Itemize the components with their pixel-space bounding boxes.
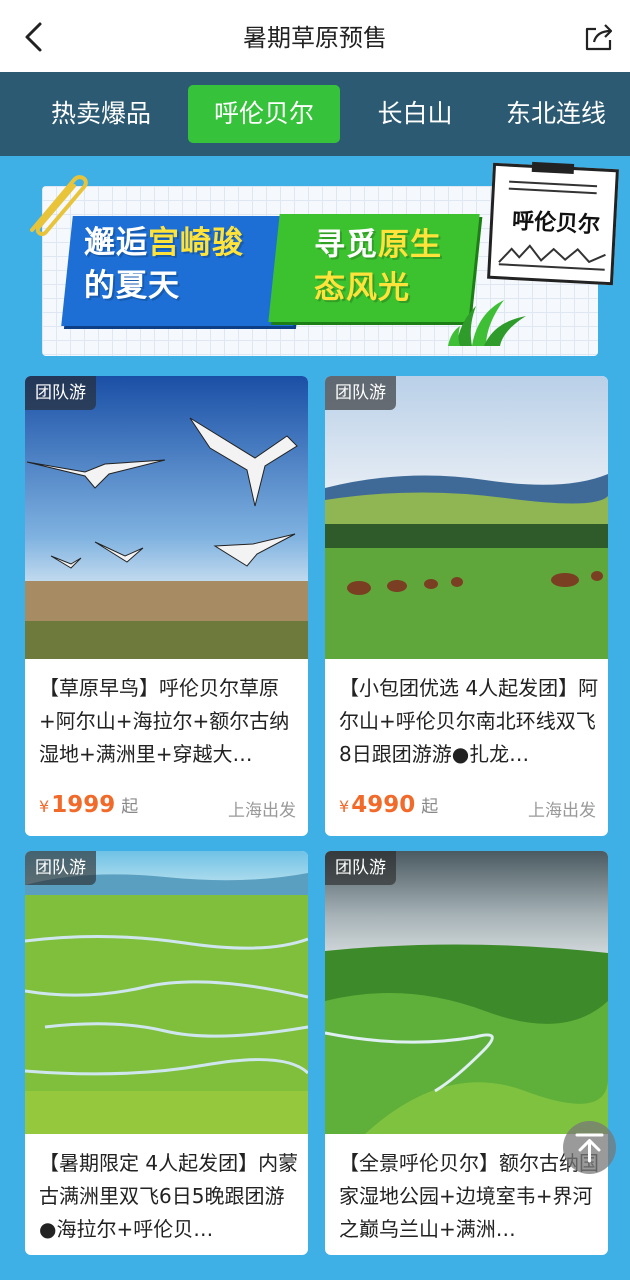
product-title: 【草原早鸟】呼伦贝尔草原+阿尔山+海拉尔+额尔古纳湿地+满洲里+穿越大… (39, 676, 290, 766)
tour-type-badge: 团队游 (325, 376, 396, 410)
top-bar: 暑期草原预售 (0, 0, 630, 72)
tour-type-badge: 团队游 (25, 851, 96, 885)
tab-northeast[interactable]: 东北连线 (506, 85, 630, 143)
product-title: 【全景呼伦贝尔】额尔古纳国家湿地公园+边境室韦+界河之巅乌兰山+满洲… (339, 1151, 599, 1241)
product-card[interactable]: 团队游 【小包团优选 4人起发团】阿尔山+呼伦贝尔南北环线双飞8日跟团游游●扎龙… (325, 376, 608, 836)
price-suffix: 起 (121, 797, 139, 817)
tour-type-badge: 团队游 (325, 851, 396, 885)
product-price: 1999 (51, 792, 116, 818)
scroll-to-top-button[interactable] (563, 1121, 616, 1174)
tab-hot[interactable]: 热卖爆品 (38, 85, 164, 143)
product-price: 4990 (351, 792, 416, 818)
page-title: 暑期草原预售 (243, 24, 387, 52)
banner-tag: 呼伦贝尔 (511, 208, 601, 239)
product-title: 【小包团优选 4人起发团】阿尔山+呼伦贝尔南北环线双飞8日跟团游游●扎龙… (339, 676, 599, 766)
currency-symbol: ¥ (339, 797, 350, 816)
horses-grassland-photo (325, 376, 608, 659)
cranes-photo (25, 376, 308, 659)
tour-type-badge: 团队游 (25, 376, 96, 410)
product-card[interactable]: 团队游 【暑期限定 4人起发团】内蒙古满洲里双飞6日5晚跟团游●海拉尔+呼伦贝… (25, 851, 308, 1255)
departure-city: 上海出发 (228, 801, 296, 821)
wetland-river-photo (25, 851, 308, 1134)
grass-icon (448, 300, 526, 346)
mountain-doodle-icon (498, 244, 606, 271)
share-icon[interactable] (582, 20, 616, 54)
price-row: ¥1999 起 上海出发 (39, 792, 296, 822)
banner-tag-card: 呼伦贝尔 (487, 161, 619, 286)
tab-hulunbuir[interactable]: 呼伦贝尔 (188, 85, 340, 143)
banner-left-text: 邂逅宫崎骏 的夏天 (84, 225, 244, 304)
currency-symbol: ¥ (39, 797, 50, 816)
product-card[interactable]: 团队游 【草原早鸟】呼伦贝尔草原+阿尔山+海拉尔+额尔古纳湿地+满洲里+穿越大…… (25, 376, 308, 836)
price-suffix: 起 (421, 797, 439, 817)
product-title: 【暑期限定 4人起发团】内蒙古满洲里双飞6日5晚跟团游●海拉尔+呼伦贝… (39, 1151, 299, 1241)
price-row: ¥4990 起 上海出发 (339, 792, 596, 822)
departure-city: 上海出发 (528, 801, 596, 821)
arrow-up-icon (575, 1133, 604, 1163)
green-valley-photo (325, 851, 608, 1134)
banner-right-text: 寻觅原生 态风光 (314, 227, 442, 306)
promo-banner[interactable]: 邂逅宫崎骏 的夏天 寻觅原生 态风光 呼伦贝尔 (22, 161, 619, 360)
product-card[interactable]: 团队游 【全景呼伦贝尔】额尔古纳国家湿地公园+边境室韦+界河之巅乌兰山+满洲… (325, 851, 608, 1255)
tab-changbaishan[interactable]: 长白山 (365, 85, 465, 143)
category-tabs: 热卖爆品 呼伦贝尔 长白山 东北连线 (0, 72, 630, 156)
